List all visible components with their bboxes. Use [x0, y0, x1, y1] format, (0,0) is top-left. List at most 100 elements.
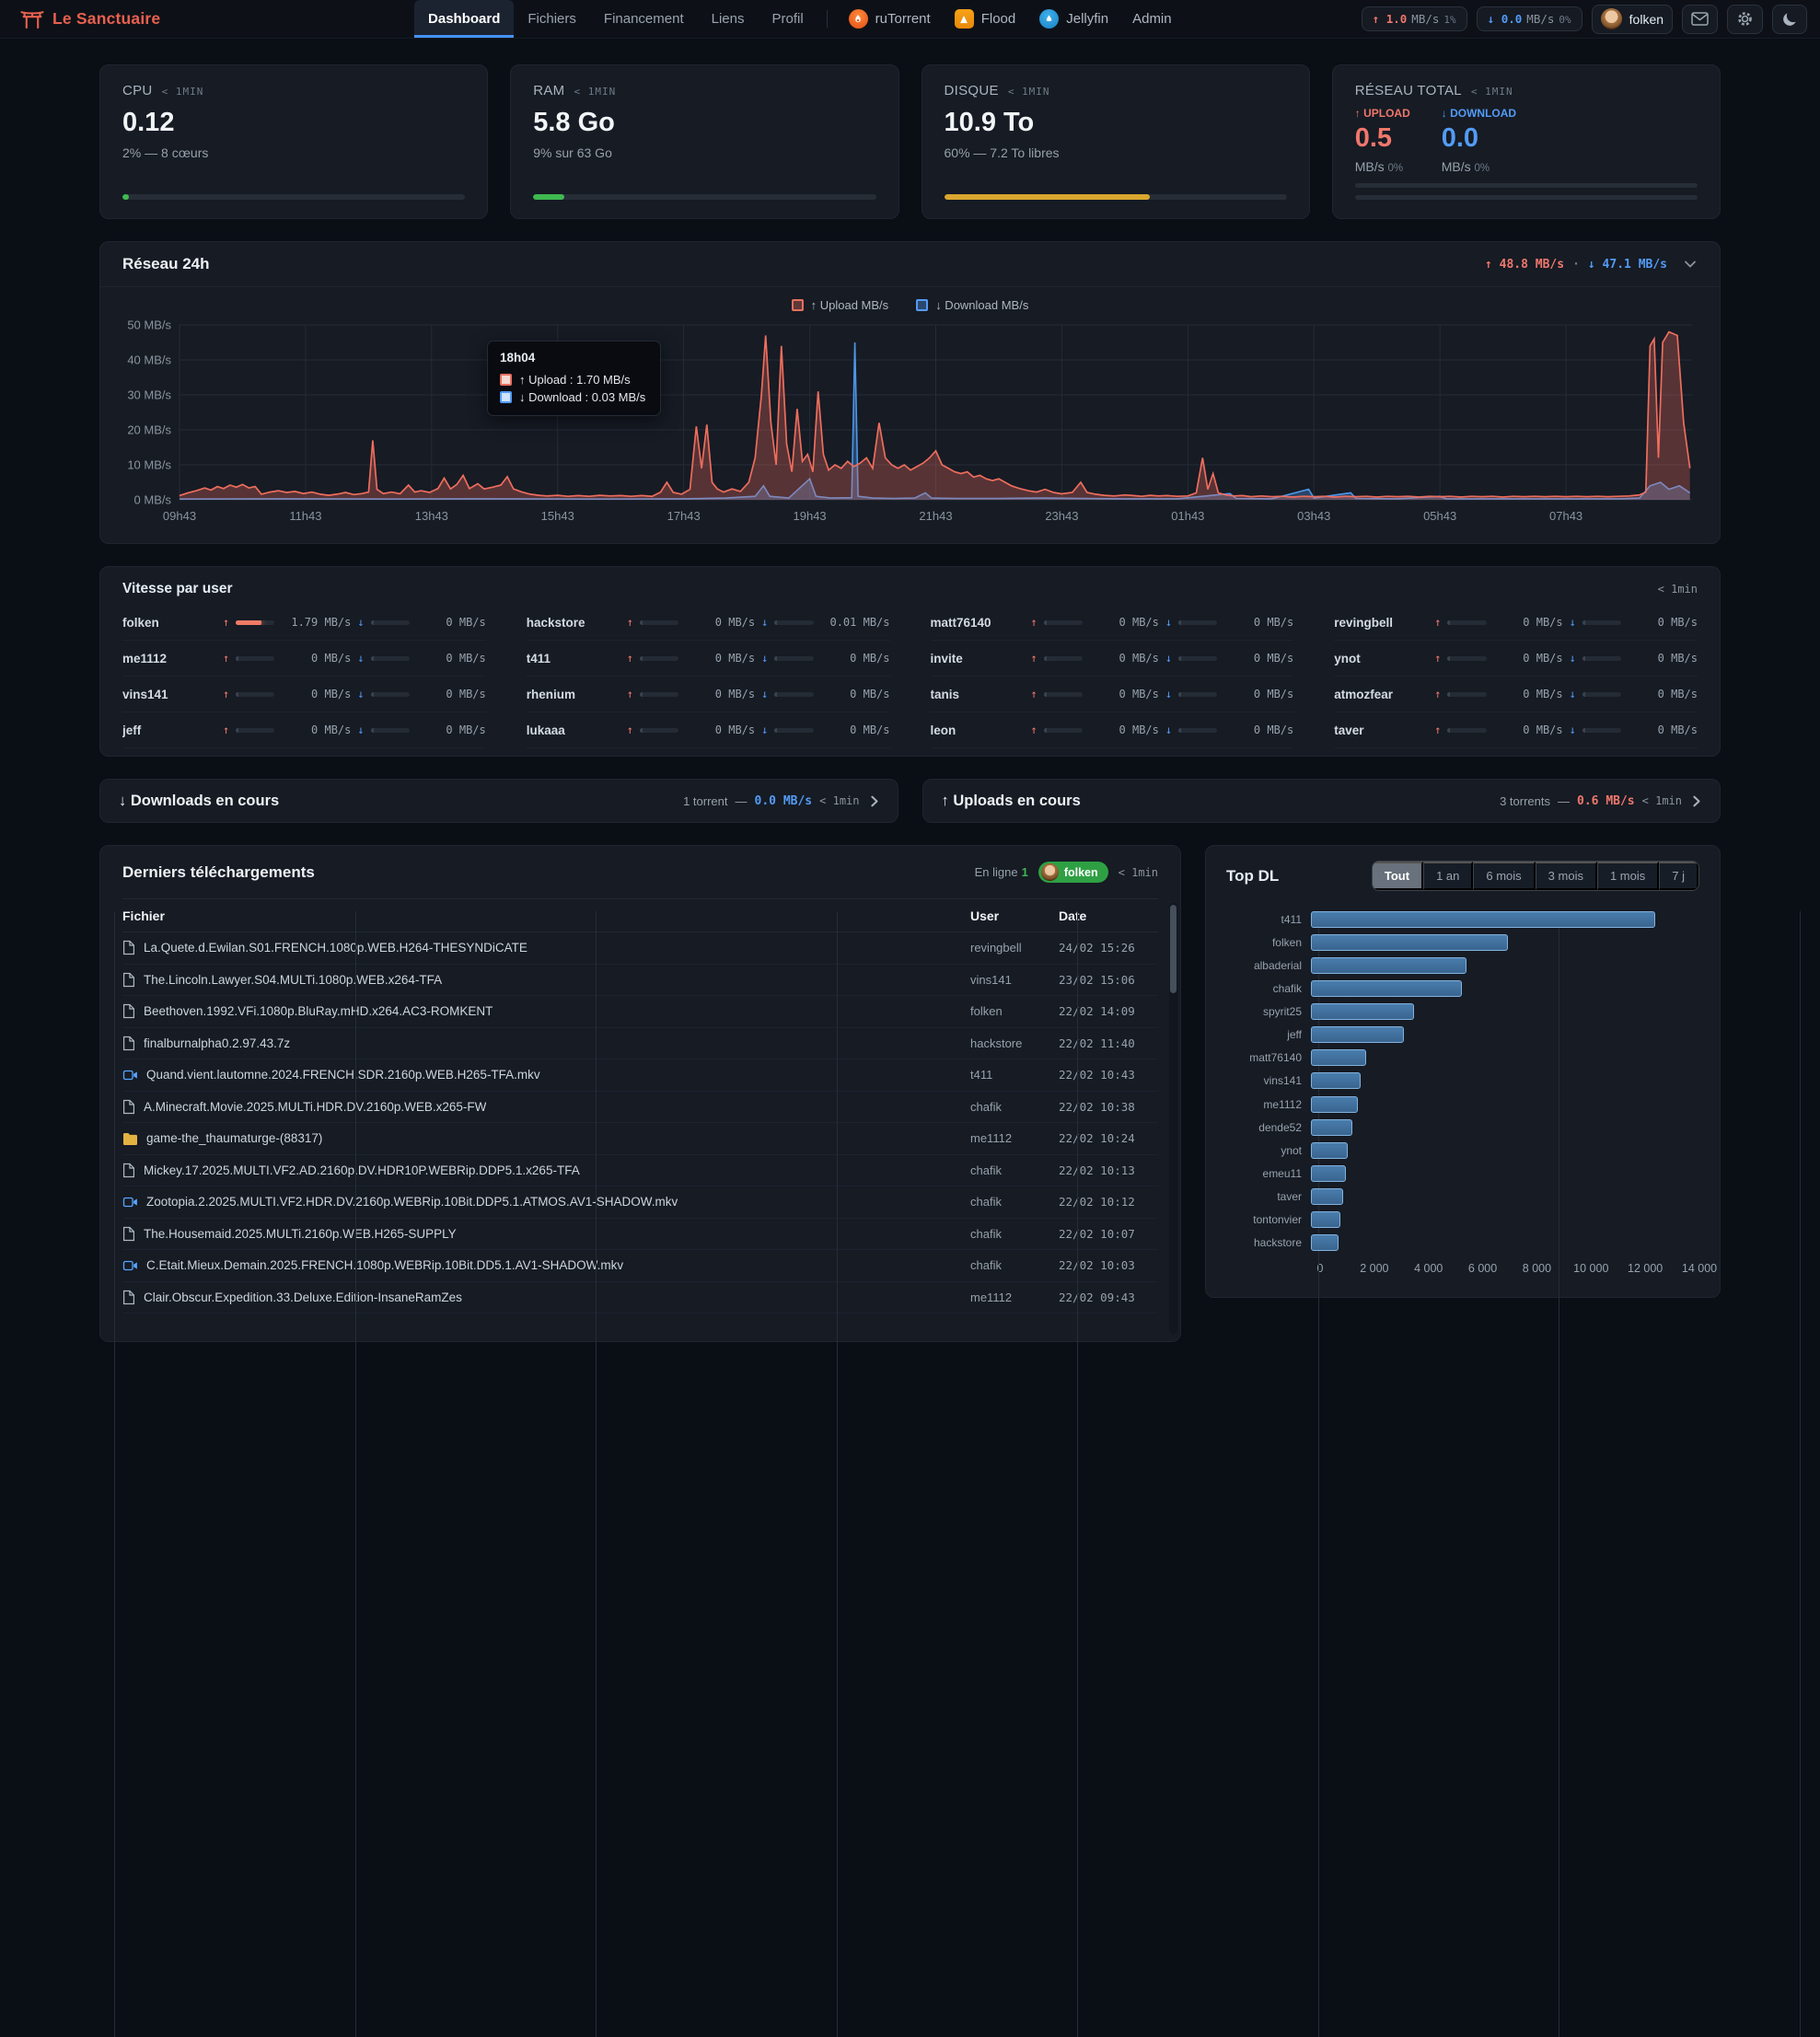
bar-category-label: me1112 — [1226, 1098, 1311, 1111]
gridline — [114, 911, 115, 2037]
upload-speed-badge[interactable]: ↑ 1.0 MB/s 1% — [1362, 6, 1467, 31]
user-speed-row-leon[interactable]: leon↑0 MB/s↓0 MB/s — [931, 712, 1294, 748]
network-chart-area[interactable]: ↑ Upload MB/s ↓ Download MB/s 0 MB/s10 M… — [100, 287, 1720, 543]
bar[interactable] — [1311, 1188, 1343, 1205]
user-speed-row-matt76140[interactable]: matt76140↑0 MB/s↓0 MB/s — [931, 605, 1294, 641]
bar[interactable] — [1311, 1234, 1339, 1251]
tab-profil[interactable]: Profil — [758, 0, 817, 38]
network-upload-unit: MB/s — [1355, 159, 1385, 174]
filter-tout[interactable]: Tout — [1373, 862, 1423, 890]
cpu-sub: 2% — 8 cœurs — [122, 145, 465, 160]
bar[interactable] — [1311, 1119, 1352, 1136]
bar[interactable] — [1311, 911, 1655, 928]
user-speed-row-tanis[interactable]: tanis↑0 MB/s↓0 MB/s — [931, 677, 1294, 712]
upload-speed-pct: 1% — [1443, 14, 1455, 26]
download-arrow-icon: ↓ — [1570, 616, 1576, 629]
chevron-right-icon[interactable] — [867, 794, 881, 808]
user-speed-row-taver[interactable]: taver↑0 MB/s↓0 MB/s — [1334, 712, 1698, 748]
rutorrent-icon — [849, 9, 868, 29]
user-speed-row-atmozfear[interactable]: atmozfear↑0 MB/s↓0 MB/s — [1334, 677, 1698, 712]
bar-track — [1311, 1117, 1699, 1138]
legend-upload[interactable]: ↑ Upload MB/s — [792, 298, 889, 312]
download-arrow-icon: ↓ — [357, 652, 364, 665]
download-mini-bar — [774, 656, 813, 661]
tab-financement[interactable]: Financement — [590, 0, 698, 38]
user-speed-row-revingbell[interactable]: revingbell↑0 MB/s↓0 MB/s — [1334, 605, 1698, 641]
filter-3-mois[interactable]: 3 mois — [1536, 862, 1597, 890]
nav-divider — [827, 10, 828, 28]
bar[interactable] — [1311, 1049, 1366, 1066]
top-dl-panel: Top DL Tout1 an6 mois3 mois1 mois7 j t41… — [1205, 845, 1721, 1298]
recent-age: < 1min — [1119, 866, 1158, 879]
bar[interactable] — [1311, 1211, 1340, 1228]
user-speed-row-jeff[interactable]: jeff↑0 MB/s↓0 MB/s — [122, 712, 486, 748]
download-speed-value: ↓ 0.0 — [1488, 12, 1523, 26]
filter-7-j[interactable]: 7 j — [1659, 862, 1698, 890]
network-total-card: RÉSEAU TOTAL < 1MIN ↑ UPLOAD 0.5 MB/s 0%… — [1332, 64, 1721, 219]
nav-app-jellyfin[interactable]: Jellyfin — [1027, 0, 1120, 38]
chevron-down-icon[interactable] — [1683, 257, 1698, 272]
user-name: rhenium — [527, 688, 620, 701]
user-speed-row-ynot[interactable]: ynot↑0 MB/s↓0 MB/s — [1334, 641, 1698, 677]
brand[interactable]: Le Sanctuaire — [20, 0, 237, 38]
user-speed-row-t411[interactable]: t411↑0 MB/s↓0 MB/s — [527, 641, 890, 677]
filter-6-mois[interactable]: 6 mois — [1473, 862, 1535, 890]
downloads-count: 1 torrent — [683, 794, 727, 808]
network-upload-value: 0.5 — [1355, 123, 1410, 154]
user-speed-row-folken[interactable]: folken↑1.79 MB/s↓0 MB/s — [122, 605, 486, 641]
filter-1-mois[interactable]: 1 mois — [1597, 862, 1659, 890]
user-speeds-age: < 1min — [1658, 583, 1698, 596]
tab-dashboard[interactable]: Dashboard — [414, 0, 514, 38]
bar-track — [1311, 1071, 1699, 1091]
bar[interactable] — [1311, 1003, 1414, 1020]
online-user-pill[interactable]: folken — [1038, 862, 1108, 883]
nav-app-flood[interactable]: Flood — [943, 0, 1028, 38]
tab-liens[interactable]: Liens — [698, 0, 759, 38]
bar[interactable] — [1311, 934, 1508, 951]
bar-category-label: t411 — [1226, 913, 1311, 926]
upload-speed-value: 0 MB/s — [281, 652, 351, 665]
bar[interactable] — [1311, 1096, 1358, 1113]
bar[interactable] — [1311, 1026, 1404, 1043]
nav-app-admin[interactable]: Admin — [1120, 0, 1184, 38]
nav-app-rutorrent[interactable]: ruTorrent — [837, 0, 943, 38]
bar[interactable] — [1311, 980, 1462, 997]
bar[interactable] — [1311, 957, 1466, 974]
download-speed-value: 0.01 MB/s — [820, 616, 890, 629]
bar-track — [1311, 1140, 1699, 1161]
download-arrow-icon: ↓ — [761, 688, 768, 700]
user-menu-button[interactable]: folken — [1592, 5, 1673, 34]
bar[interactable] — [1311, 1072, 1361, 1089]
user-speed-row-lukaaa[interactable]: lukaaa↑0 MB/s↓0 MB/s — [527, 712, 890, 748]
upload-speed-value: 0 MB/s — [281, 688, 351, 700]
downloads-in-progress-bar[interactable]: ↓ Downloads en cours 1 torrent — 0.0 MB/… — [99, 779, 898, 823]
settings-button[interactable] — [1727, 5, 1763, 34]
upload-arrow-icon: ↑ — [1434, 688, 1441, 700]
theme-toggle-button[interactable] — [1772, 5, 1807, 34]
legend-download[interactable]: ↓ Download MB/s — [916, 298, 1028, 312]
download-mini-bar — [1178, 692, 1217, 697]
user-speed-row-rhenium[interactable]: rhenium↑0 MB/s↓0 MB/s — [527, 677, 890, 712]
user-speed-row-hackstore[interactable]: hackstore↑0 MB/s↓0.01 MB/s — [527, 605, 890, 641]
download-arrow-icon: ↓ — [357, 688, 364, 700]
messages-button[interactable] — [1682, 5, 1718, 34]
download-arrow-icon: ↓ — [1570, 688, 1576, 700]
cpu-value: 0.12 — [122, 108, 465, 138]
bar[interactable] — [1311, 1142, 1348, 1159]
user-speed-row-vins141[interactable]: vins141↑0 MB/s↓0 MB/s — [122, 677, 486, 712]
user-speed-row-me1112[interactable]: me1112↑0 MB/s↓0 MB/s — [122, 641, 486, 677]
bar[interactable] — [1311, 1165, 1346, 1182]
upload-arrow-icon: ↑ — [223, 688, 229, 700]
download-speed-badge[interactable]: ↓ 0.0 MB/s 0% — [1477, 6, 1582, 31]
filter-1-an[interactable]: 1 an — [1423, 862, 1473, 890]
ram-value: 5.8 Go — [533, 108, 875, 138]
tab-fichiers[interactable]: Fichiers — [514, 0, 590, 38]
uploads-in-progress-bar[interactable]: ↑ Uploads en cours 3 torrents — 0.6 MB/s… — [922, 779, 1721, 823]
chevron-right-icon[interactable] — [1689, 794, 1703, 808]
download-arrow-icon: ↓ — [1570, 652, 1576, 665]
user-speed-row-invite[interactable]: invite↑0 MB/s↓0 MB/s — [931, 641, 1294, 677]
upload-arrow-icon: ↑ — [627, 688, 633, 700]
download-mini-bar — [1178, 656, 1217, 661]
download-arrow-icon: ↓ — [1165, 723, 1172, 736]
user-speeds-title: Vitesse par user — [122, 581, 232, 597]
